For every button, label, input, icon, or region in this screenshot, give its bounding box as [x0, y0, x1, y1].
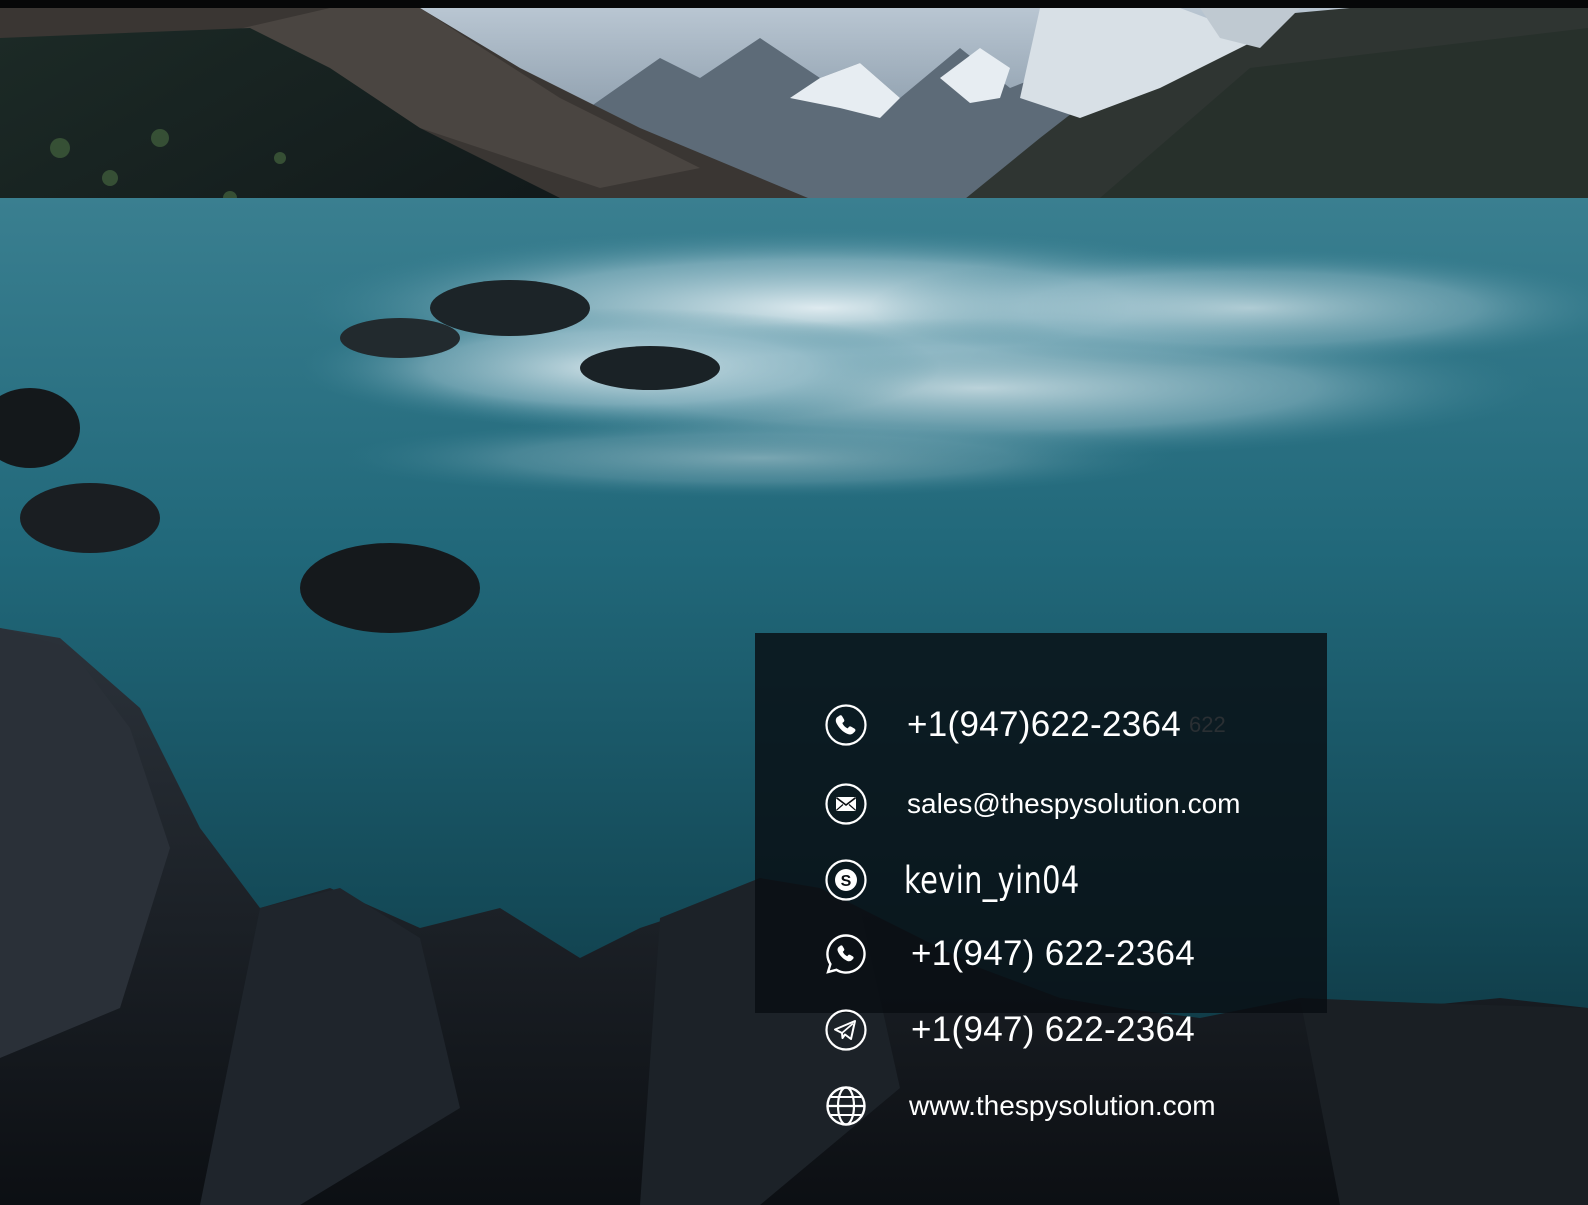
whatsapp-number: +1(947) 622-2364 — [911, 934, 1196, 973]
phone-icon — [824, 703, 868, 747]
phone-number: +1(947)622-2364 — [907, 705, 1182, 744]
website-link[interactable]: www.thespysolution.com — [909, 1090, 1216, 1122]
skype-row[interactable]: S kevin_yin04 — [824, 856, 1129, 904]
skype-icon: S — [824, 858, 868, 902]
website-row[interactable]: www.thespysolution.com — [824, 1082, 1216, 1130]
telegram-row[interactable]: +1(947) 622-2364 — [824, 1006, 1195, 1054]
mail-icon — [824, 782, 868, 826]
globe-icon — [824, 1084, 868, 1128]
telegram-icon — [824, 1008, 868, 1052]
page: +1(947)622-2364 622 sales@thespysolution… — [0, 0, 1588, 1205]
background-landscape — [0, 8, 1588, 1205]
top-border — [0, 0, 1588, 8]
skype-username: kevin_yin04 — [904, 858, 1080, 902]
whatsapp-icon — [824, 932, 868, 976]
email-row[interactable]: sales@thespysolution.com — [824, 780, 1240, 828]
phone-row[interactable]: +1(947)622-2364 622 — [824, 701, 1226, 749]
whatsapp-row[interactable]: +1(947) 622-2364 — [824, 930, 1195, 978]
phone-number-ghost: 622 — [1189, 712, 1226, 737]
email-address[interactable]: sales@thespysolution.com — [907, 788, 1240, 820]
telegram-number: +1(947) 622-2364 — [911, 1010, 1196, 1049]
svg-text:S: S — [841, 873, 852, 890]
